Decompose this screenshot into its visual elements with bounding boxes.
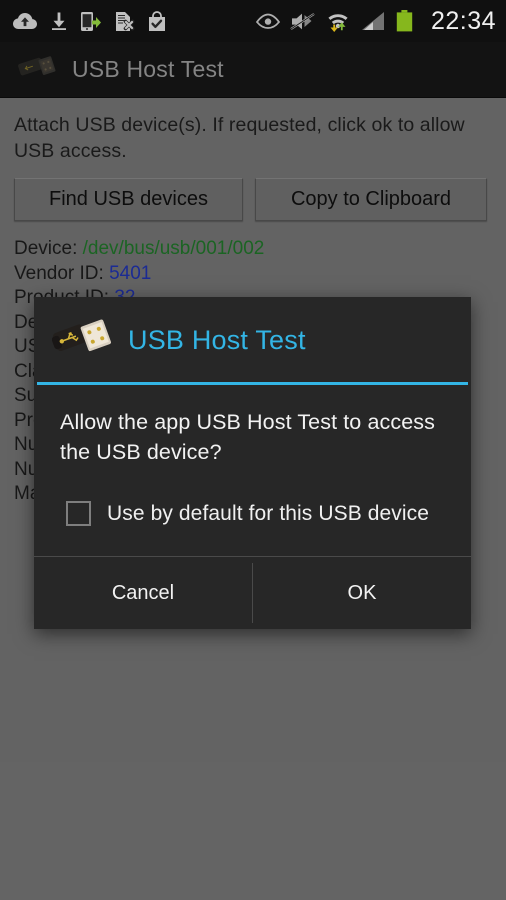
dialog-action-row: Cancel OK: [34, 557, 471, 629]
ok-button[interactable]: OK: [253, 557, 471, 629]
cancel-button[interactable]: Cancel: [34, 557, 252, 629]
use-by-default-checkbox-row[interactable]: Use by default for this USB device: [34, 475, 471, 556]
usb-connector-icon: [52, 319, 111, 351]
dialog-message: Allow the app USB Host Test to access th…: [60, 410, 435, 464]
use-by-default-checkbox[interactable]: [66, 501, 91, 526]
usb-permission-dialog: USB Host Test Allow the app USB Host Tes…: [34, 297, 471, 629]
dialog-title-bar: USB Host Test: [34, 297, 471, 382]
use-by-default-label: Use by default for this USB device: [107, 501, 430, 525]
dialog-body: Allow the app USB Host Test to access th…: [34, 385, 471, 475]
dialog-title: USB Host Test: [128, 325, 306, 355]
phone-screen: 22:34 USB Host Test Attach USB device(s)…: [0, 0, 506, 900]
